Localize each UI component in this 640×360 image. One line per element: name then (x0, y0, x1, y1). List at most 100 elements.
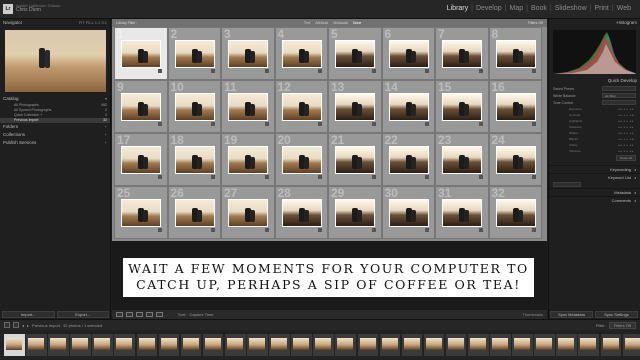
export-button[interactable]: Export... (56, 311, 109, 318)
plus-icon[interactable]: + (105, 139, 107, 147)
module-slideshow[interactable]: Slideshow (552, 5, 590, 12)
metadata-badge-icon[interactable] (425, 69, 429, 73)
grid-thumbnail[interactable]: 6 (381, 27, 435, 80)
metadata-badge-icon[interactable] (211, 228, 215, 232)
metadata-badge-icon[interactable] (211, 122, 215, 126)
forward-arrow-icon[interactable]: ▸ (27, 323, 29, 328)
grid-thumbnail[interactable]: 4 (274, 27, 328, 80)
module-library[interactable]: Library (444, 5, 471, 12)
tone-adjust-arrows[interactable]: ◂◂ ◂ ▸ ▸▸ (618, 143, 634, 147)
metadata-badge-icon[interactable] (532, 69, 536, 73)
grid-thumbnail[interactable]: 13 (328, 80, 382, 133)
tone-adjust-arrows[interactable]: ◂◂ ◂ ▸ ▸▸ (618, 149, 634, 153)
metadata-badge-icon[interactable] (318, 122, 322, 126)
survey-view-icon[interactable] (146, 312, 153, 317)
grid-thumbnail[interactable]: 23 (435, 133, 489, 186)
module-develop[interactable]: Develop (473, 5, 505, 12)
filmstrip-thumbnail[interactable] (92, 334, 113, 356)
plus-icon[interactable]: + (105, 123, 107, 131)
sync-settings-button[interactable]: Sync Settings (595, 311, 638, 318)
grid-thumbnail[interactable]: 32 (488, 186, 542, 239)
saved-preset-dropdown[interactable] (602, 86, 636, 91)
grid-thumbnail[interactable]: 26 (167, 186, 221, 239)
filmstrip-thumbnail[interactable] (379, 334, 401, 356)
filter-text[interactable]: Text (304, 21, 310, 25)
filmstrip-thumbnail[interactable] (490, 334, 511, 356)
grid-thumbnail[interactable]: 10 (167, 80, 221, 133)
navigator-zoom-options[interactable]: FIT FILL 1:1 3:1 (79, 19, 107, 27)
metadata-badge-icon[interactable] (425, 175, 429, 179)
grid-thumbnail[interactable]: 17 (114, 133, 168, 186)
folders-header[interactable]: Folders + (0, 123, 110, 131)
grid-thumbnail[interactable]: 12 (274, 80, 328, 133)
publish-services-header[interactable]: Publish Services + (0, 139, 110, 147)
secondary-display-icon[interactable] (4, 322, 10, 328)
metadata-badge-icon[interactable] (211, 175, 215, 179)
metadata-badge-icon[interactable] (425, 228, 429, 232)
metadata-badge-icon[interactable] (371, 122, 376, 126)
filter-none[interactable]: None (353, 21, 361, 25)
grid-thumbnail[interactable]: 18 (167, 133, 221, 186)
metadata-badge-icon[interactable] (264, 122, 269, 126)
grid-thumbnail[interactable]: 29 (328, 186, 382, 239)
metadata-badge-icon[interactable] (478, 69, 483, 73)
filmstrip-thumbnail[interactable] (114, 334, 136, 356)
metadata-badge-icon[interactable] (157, 69, 162, 73)
grid-thumbnail[interactable]: 8 (488, 27, 542, 80)
filmstrip-thumbnail[interactable] (467, 334, 489, 356)
module-map[interactable]: Map (506, 5, 526, 12)
metadata-header[interactable]: Metadata ◂ (549, 188, 640, 196)
metadata-badge-icon[interactable] (371, 228, 376, 232)
filmstrip-thumbnail[interactable] (158, 334, 180, 356)
metadata-preset-dropdown[interactable] (553, 182, 581, 187)
grid-thumbnail[interactable]: 30 (381, 186, 435, 239)
module-print[interactable]: Print (591, 5, 611, 12)
thumbnails-slider[interactable]: Thumbnails (522, 312, 543, 317)
histogram-header[interactable]: Histogram (549, 19, 640, 27)
grid-thumbnail[interactable]: 25 (114, 186, 168, 239)
grid-thumbnail[interactable]: 27 (221, 186, 275, 239)
back-arrow-icon[interactable]: ◂ (22, 323, 24, 328)
module-book[interactable]: Book (528, 5, 550, 12)
grid-thumbnail[interactable]: 14 (381, 80, 435, 133)
auto-tone-button[interactable] (602, 100, 636, 105)
filmstrip-thumbnail[interactable] (202, 334, 224, 356)
grid-thumbnail[interactable]: 28 (274, 186, 328, 239)
filmstrip-thumbnail[interactable] (357, 334, 379, 356)
grid-thumbnail[interactable]: 16 (488, 80, 542, 133)
metadata-badge-icon[interactable] (532, 122, 536, 126)
tone-adjust-arrows[interactable]: ◂◂ ◂ ▸ ▸▸ (618, 113, 634, 117)
filmstrip-thumbnail[interactable] (48, 334, 69, 356)
metadata-badge-icon[interactable] (532, 228, 536, 232)
filmstrip-thumbnail[interactable] (4, 334, 25, 356)
filmstrip-thumbnail[interactable] (247, 334, 268, 356)
filmstrip-thumbnail[interactable] (269, 334, 290, 356)
grid-thumbnail[interactable]: 5 (328, 27, 382, 80)
loupe-view-icon[interactable] (126, 312, 133, 317)
metadata-badge-icon[interactable] (371, 175, 376, 179)
filmstrip-thumbnail[interactable] (512, 334, 533, 356)
filter-metadata[interactable]: Metadata (333, 21, 348, 25)
grid-thumbnail[interactable]: 22 (381, 133, 435, 186)
sync-metadata-button[interactable]: Sync Metadata (550, 311, 593, 318)
filmstrip-thumbnail[interactable] (335, 334, 356, 356)
tone-adjust-arrows[interactable]: ◂◂ ◂ ▸ ▸▸ (618, 125, 634, 129)
comments-header[interactable]: Comments ◂ (549, 196, 640, 204)
painter-icon[interactable] (156, 312, 163, 317)
grid-thumbnail[interactable]: 20 (274, 133, 328, 186)
grid-thumbnail[interactable]: 7 (435, 27, 489, 80)
filmstrip-thumbnail[interactable] (600, 334, 622, 356)
grid-thumbnail[interactable]: 19 (221, 133, 275, 186)
catalog-header[interactable]: Catalog ▾ (0, 95, 110, 103)
grid-thumbnail[interactable]: 15 (435, 80, 489, 133)
filmstrip-thumbnail[interactable] (26, 334, 47, 356)
metadata-badge-icon[interactable] (264, 69, 269, 73)
grid-thumbnail[interactable]: 1 (114, 27, 168, 80)
filmstrip-thumbnail[interactable] (423, 334, 445, 356)
compare-view-icon[interactable] (136, 312, 143, 317)
filmstrip-thumbnail[interactable] (291, 334, 312, 356)
metadata-badge-icon[interactable] (264, 175, 269, 179)
filmstrip-source[interactable]: Previous Import (32, 323, 60, 328)
tone-adjust-arrows[interactable]: ◂◂ ◂ ▸ ▸▸ (618, 107, 634, 111)
histogram[interactable] (553, 30, 636, 74)
